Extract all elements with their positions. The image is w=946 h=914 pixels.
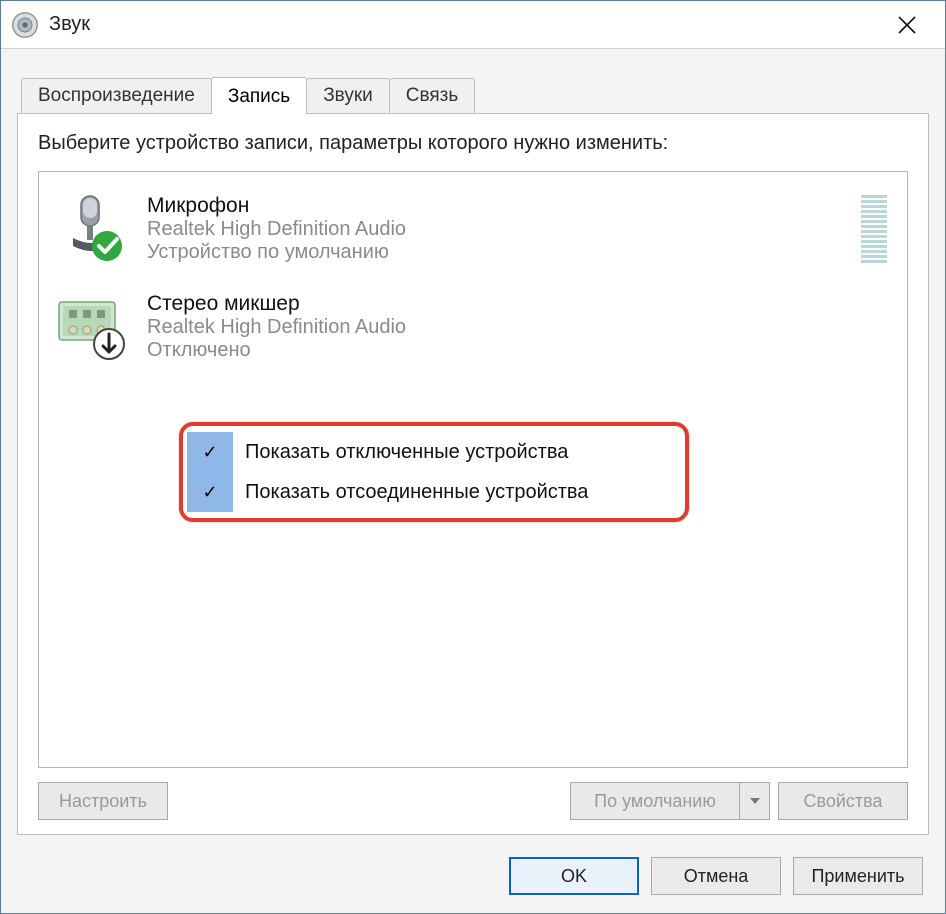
set-default-button[interactable]: По умолчанию — [570, 782, 740, 820]
panel-button-row: Настроить По умолчанию Свойства — [38, 782, 908, 820]
device-row-microphone[interactable]: Микрофон Realtek High Definition Audio У… — [49, 180, 897, 278]
close-button[interactable] — [877, 1, 937, 48]
device-name: Стерео микшер — [147, 292, 893, 316]
cancel-button[interactable]: Отмена — [651, 857, 781, 895]
properties-button[interactable]: Свойства — [778, 782, 908, 820]
chevron-down-icon[interactable] — [740, 782, 770, 820]
tab-panel-recording: Выберите устройство записи, параметры ко… — [17, 113, 929, 835]
tab-recording[interactable]: Запись — [211, 77, 307, 114]
apply-button[interactable]: Применить — [793, 857, 923, 895]
device-driver: Realtek High Definition Audio — [147, 316, 893, 339]
tab-playback[interactable]: Воспроизведение — [21, 78, 212, 113]
device-name: Микрофон — [147, 194, 861, 218]
sound-dialog: Звук Воспроизведение Запись Звуки Связь … — [0, 0, 946, 914]
window-title: Звук — [49, 13, 877, 36]
device-status: Устройство по умолчанию — [147, 241, 861, 264]
device-info: Микрофон Realtek High Definition Audio У… — [147, 194, 861, 264]
dialog-footer: OK Отмена Применить — [7, 843, 939, 913]
device-info: Стерео микшер Realtek High Definition Au… — [147, 292, 893, 362]
device-driver: Realtek High Definition Audio — [147, 218, 861, 241]
sound-icon — [11, 11, 39, 39]
menu-show-disabled[interactable]: Показать отключенные устройства — [187, 432, 681, 472]
microphone-icon — [53, 190, 131, 268]
device-list[interactable]: Микрофон Realtek High Definition Audio У… — [38, 171, 908, 768]
tab-sounds[interactable]: Звуки — [306, 78, 390, 113]
context-menu-highlight: Показать отключенные устройства Показать… — [179, 422, 689, 522]
menu-show-disconnected[interactable]: Показать отсоединенные устройства — [187, 472, 681, 512]
set-default-split-button[interactable]: По умолчанию — [570, 782, 770, 820]
soundcard-icon — [53, 288, 131, 366]
close-icon — [898, 16, 916, 34]
device-row-stereomix[interactable]: Стерео микшер Realtek High Definition Au… — [49, 278, 897, 376]
menu-item-label: Показать отключенные устройства — [245, 441, 568, 464]
check-icon — [187, 432, 233, 472]
panel-instruction: Выберите устройство записи, параметры ко… — [38, 132, 908, 155]
tab-strip: Воспроизведение Запись Звуки Связь — [7, 77, 939, 113]
configure-button[interactable]: Настроить — [38, 782, 168, 820]
menu-item-label: Показать отсоединенные устройства — [245, 481, 588, 504]
dialog-body: Воспроизведение Запись Звуки Связь Выбер… — [1, 49, 945, 913]
device-status: Отключено — [147, 339, 893, 362]
ok-button[interactable]: OK — [509, 857, 639, 895]
tab-communications[interactable]: Связь — [389, 78, 476, 113]
titlebar: Звук — [1, 1, 945, 49]
check-icon — [187, 472, 233, 512]
level-meter — [861, 195, 887, 263]
